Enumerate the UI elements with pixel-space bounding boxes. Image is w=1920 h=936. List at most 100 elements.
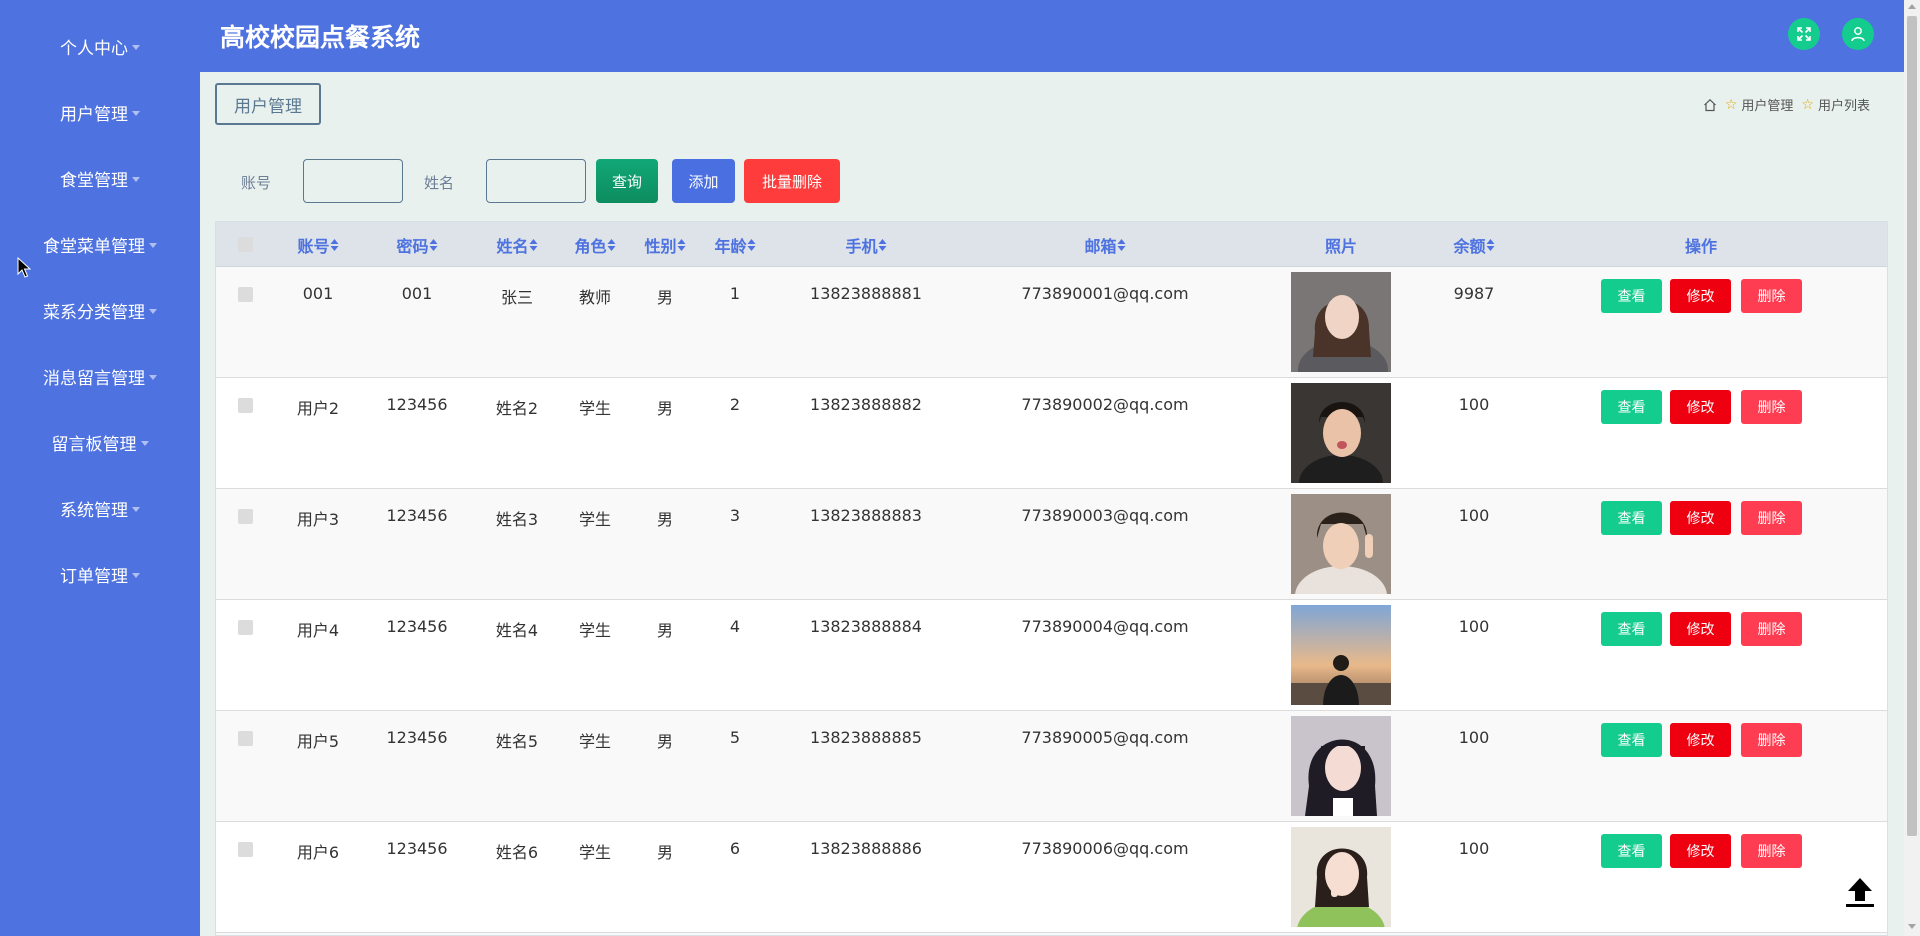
view-button[interactable]: 查看 xyxy=(1601,834,1662,868)
add-button[interactable]: 添加 xyxy=(672,159,735,203)
column-header-role[interactable]: 角色 xyxy=(574,222,616,267)
sidebar-item-label: 订单管理 xyxy=(60,566,128,587)
user-photo xyxy=(1291,605,1391,705)
user-photo xyxy=(1291,716,1391,816)
cell-role: 学生 xyxy=(578,399,612,418)
sort-icon xyxy=(607,238,616,251)
batch-delete-button[interactable]: 批量删除 xyxy=(744,159,840,203)
edit-button[interactable]: 修改 xyxy=(1670,390,1731,424)
name-input[interactable] xyxy=(486,159,586,203)
cell-account: 用户5 xyxy=(296,732,340,751)
cell-name: 姓名3 xyxy=(495,510,539,529)
cell-password: 123456 xyxy=(386,728,448,747)
search-button[interactable]: 查询 xyxy=(596,159,658,203)
account-input[interactable] xyxy=(303,159,403,203)
sidebar-item-order-management[interactable]: 订单管理 xyxy=(0,554,200,594)
row-checkbox[interactable] xyxy=(238,731,253,746)
column-header-age[interactable]: 年龄 xyxy=(714,222,756,267)
row-checkbox[interactable] xyxy=(238,287,253,302)
delete-button[interactable]: 删除 xyxy=(1741,723,1802,757)
chevron-down-icon xyxy=(149,374,157,380)
fullscreen-button[interactable] xyxy=(1788,18,1820,50)
back-to-top-button[interactable] xyxy=(1840,872,1880,912)
sidebar-item-system-management[interactable]: 系统管理 xyxy=(0,488,200,528)
edit-button[interactable]: 修改 xyxy=(1670,612,1731,646)
delete-button[interactable]: 删除 xyxy=(1741,279,1802,313)
page-scrollbar[interactable] xyxy=(1904,0,1920,936)
view-button[interactable]: 查看 xyxy=(1601,723,1662,757)
cell-role: 学生 xyxy=(578,621,612,640)
column-header-balance[interactable]: 余额 xyxy=(1453,222,1495,267)
cell-role: 教师 xyxy=(578,288,612,307)
sidebar-item-message-board-management[interactable]: 留言板管理 xyxy=(0,422,200,462)
sidebar-item-personal-center[interactable]: 个人中心 xyxy=(0,26,200,66)
cell-email: 773890004@qq.com xyxy=(1021,617,1189,636)
cell-role: 学生 xyxy=(578,510,612,529)
app-title: 高校校园点餐系统 xyxy=(220,23,421,52)
cell-phone: 13823888886 xyxy=(810,839,922,858)
sort-icon xyxy=(529,238,538,251)
cell-role: 学生 xyxy=(578,843,612,862)
column-header-phone[interactable]: 手机 xyxy=(845,222,887,267)
table-row: 001 001 张三 教师 男 1 13823888881 773890001@… xyxy=(216,267,1887,378)
scrollbar-thumb[interactable] xyxy=(1907,16,1917,836)
row-checkbox[interactable] xyxy=(238,509,253,524)
user-icon xyxy=(1851,27,1865,42)
cell-age: 4 xyxy=(729,617,741,636)
select-all-checkbox[interactable] xyxy=(238,237,253,252)
edit-button[interactable]: 修改 xyxy=(1670,723,1731,757)
user-menu-button[interactable] xyxy=(1842,18,1874,50)
delete-button[interactable]: 删除 xyxy=(1741,390,1802,424)
view-button[interactable]: 查看 xyxy=(1601,612,1662,646)
cell-balance: 100 xyxy=(1458,395,1490,414)
cell-role: 学生 xyxy=(578,732,612,751)
sidebar-item-message-management[interactable]: 消息留言管理 xyxy=(0,356,200,396)
cell-phone: 13823888882 xyxy=(810,395,922,414)
row-checkbox[interactable] xyxy=(238,398,253,413)
column-header-gender[interactable]: 性别 xyxy=(644,222,686,267)
view-button[interactable]: 查看 xyxy=(1601,279,1662,313)
arrow-up-icon xyxy=(1846,878,1874,907)
cell-balance: 9987 xyxy=(1453,284,1495,303)
column-header-account[interactable]: 账号 xyxy=(297,222,339,267)
breadcrumb-item[interactable]: 用户管理 xyxy=(1741,95,1793,114)
delete-button[interactable]: 删除 xyxy=(1741,612,1802,646)
user-photo xyxy=(1291,494,1391,594)
cell-password: 123456 xyxy=(386,617,448,636)
sort-icon xyxy=(677,238,686,251)
sort-icon xyxy=(878,238,887,251)
cell-age: 1 xyxy=(729,284,741,303)
cell-gender: 男 xyxy=(656,621,674,640)
column-header-actions: 操作 xyxy=(1684,236,1718,256)
view-button[interactable]: 查看 xyxy=(1601,390,1662,424)
edit-button[interactable]: 修改 xyxy=(1670,279,1731,313)
sidebar-item-cuisine-category-management[interactable]: 菜系分类管理 xyxy=(0,290,200,330)
edit-button[interactable]: 修改 xyxy=(1670,501,1731,535)
breadcrumb-item: 用户列表 xyxy=(1817,99,1870,114)
home-icon[interactable] xyxy=(1703,98,1717,112)
star-icon: ☆ xyxy=(1724,96,1738,113)
delete-button[interactable]: 删除 xyxy=(1741,834,1802,868)
table-row: 用户6 123456 姓名6 学生 男 6 13823888886 773890… xyxy=(216,822,1887,933)
view-button[interactable]: 查看 xyxy=(1601,501,1662,535)
column-header-password[interactable]: 密码 xyxy=(396,222,438,267)
column-header-email[interactable]: 邮箱 xyxy=(1084,222,1126,267)
cell-account: 用户6 xyxy=(296,843,340,862)
scroll-up-icon[interactable] xyxy=(1908,4,1916,9)
sidebar-item-user-management[interactable]: 用户管理 xyxy=(0,92,200,132)
sidebar-item-canteen-management[interactable]: 食堂管理 xyxy=(0,158,200,198)
row-checkbox[interactable] xyxy=(238,620,253,635)
user-table: 账号 密码 姓名 角色 性别 年龄 手机 邮箱 照片 余额 操作 001 001… xyxy=(215,221,1888,936)
row-checkbox[interactable] xyxy=(238,842,253,857)
cell-email: 773890005@qq.com xyxy=(1021,728,1189,747)
header: 高校校园点餐系统 xyxy=(200,0,1904,72)
cell-age: 3 xyxy=(729,506,741,525)
chevron-down-icon xyxy=(149,242,157,248)
delete-button[interactable]: 删除 xyxy=(1741,501,1802,535)
scroll-down-icon[interactable] xyxy=(1908,924,1916,929)
column-header-name[interactable]: 姓名 xyxy=(496,222,538,267)
chevron-down-icon xyxy=(132,506,140,512)
edit-button[interactable]: 修改 xyxy=(1670,834,1731,868)
user-photo xyxy=(1291,827,1391,927)
current-tab[interactable]: 用户管理 xyxy=(215,83,321,125)
